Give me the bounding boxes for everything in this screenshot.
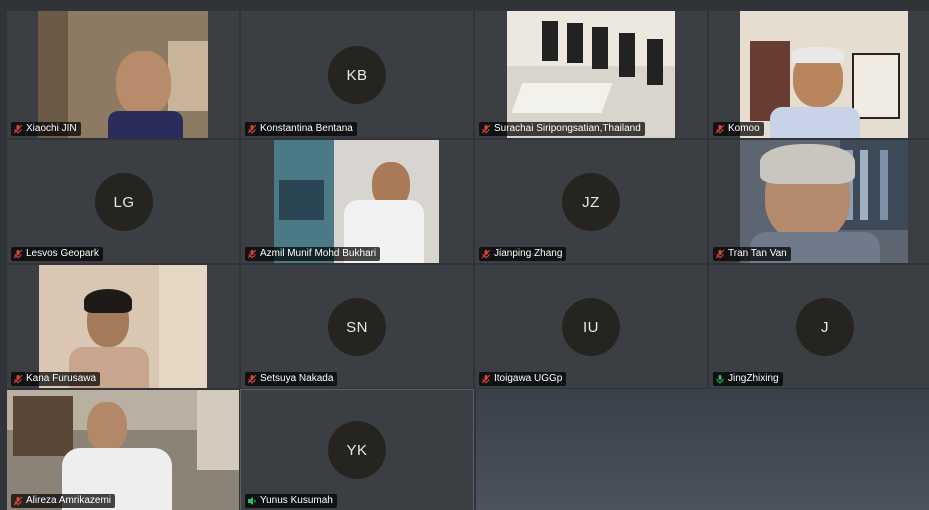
participant-tile-itoigawa-uggp[interactable]: IU Itoigawa UGGp xyxy=(475,265,707,388)
participant-tile-jianping-zhang[interactable]: JZ Jianping Zhang xyxy=(475,140,707,263)
participant-video xyxy=(740,11,908,138)
video-grid: Xiaochi JIN KB Konstantina Bentana Surac… xyxy=(7,11,929,510)
participant-name-label: Alireza Amrikazemi xyxy=(11,494,116,508)
participant-tile-konstantina-bentana[interactable]: KB Konstantina Bentana xyxy=(241,11,473,138)
avatar: SN xyxy=(328,298,386,356)
mic-muted-icon xyxy=(247,374,257,384)
participant-name-label: Konstantina Bentana xyxy=(245,122,357,136)
participant-tile-surachai-siripongsatian[interactable]: Surachai Siripongsatian,Thailand xyxy=(475,11,707,138)
mic-muted-icon xyxy=(13,124,23,134)
participant-name-label: Kana Furusawa xyxy=(11,372,101,386)
participant-name: Jianping Zhang xyxy=(494,248,563,259)
mic-muted-icon xyxy=(13,496,23,506)
participant-name: Setsuya Nakada xyxy=(260,373,334,384)
avatar: KB xyxy=(328,46,386,104)
participant-name: Lesvos Geopark xyxy=(26,248,99,259)
participant-name: Konstantina Bentana xyxy=(260,123,353,134)
participant-name: Tran Tan Van xyxy=(728,248,787,259)
avatar: LG xyxy=(95,173,153,231)
mic-speaking-icon xyxy=(247,496,257,506)
participant-tile-xiaochi-jin[interactable]: Xiaochi JIN xyxy=(7,11,239,138)
participant-tile-lesvos-geopark[interactable]: LG Lesvos Geopark xyxy=(7,140,239,263)
participant-tile-tran-tan-van[interactable]: Tran Tan Van xyxy=(709,140,929,263)
participant-name-label: Tran Tan Van xyxy=(713,247,791,261)
participant-video xyxy=(39,265,207,388)
participant-name-label: Xiaochi JIN xyxy=(11,122,81,136)
mic-muted-icon xyxy=(481,124,491,134)
mic-muted-icon xyxy=(247,124,257,134)
participant-tile-alireza-amrikazemi[interactable]: Alireza Amrikazemi xyxy=(7,390,239,510)
participant-tile-azmil-munif-mohd-bukhari[interactable]: Azmil Munif Mohd Bukhari xyxy=(241,140,473,263)
participant-name-label: Azmil Munif Mohd Bukhari xyxy=(245,247,381,261)
participant-name-label: Surachai Siripongsatian,Thailand xyxy=(479,122,645,136)
participant-name-label: Jianping Zhang xyxy=(479,247,567,261)
mic-muted-icon xyxy=(715,249,725,259)
mic-icon xyxy=(715,374,725,384)
mic-muted-icon xyxy=(715,124,725,134)
participant-tile-komoo[interactable]: Komoo xyxy=(709,11,929,138)
participant-name-label: Yunus Kusumah xyxy=(245,494,337,508)
participant-name-label: Komoo xyxy=(713,122,764,136)
avatar: J xyxy=(796,298,854,356)
participant-video xyxy=(7,390,239,510)
mic-muted-icon xyxy=(481,374,491,384)
participant-name: Itoigawa UGGp xyxy=(494,373,563,384)
participant-tile-setsuya-nakada[interactable]: SN Setsuya Nakada xyxy=(241,265,473,388)
avatar: IU xyxy=(562,298,620,356)
participant-tile-kana-furusawa[interactable]: Kana Furusawa xyxy=(7,265,239,388)
participant-name: Surachai Siripongsatian,Thailand xyxy=(494,123,641,134)
mic-muted-icon xyxy=(481,249,491,259)
participant-name: Xiaochi JIN xyxy=(26,123,77,134)
participant-video xyxy=(274,140,439,263)
participant-name: Azmil Munif Mohd Bukhari xyxy=(260,248,377,259)
participant-name: Komoo xyxy=(728,123,760,134)
participant-tile-yunus-kusumah[interactable]: YK Yunus Kusumah xyxy=(240,389,474,510)
participant-name: Kana Furusawa xyxy=(26,373,97,384)
participant-video xyxy=(38,11,208,138)
empty-grid-area xyxy=(476,389,929,510)
mic-muted-icon xyxy=(13,249,23,259)
participant-tile-jingzhixing[interactable]: J JingZhixing xyxy=(709,265,929,388)
participant-name: Alireza Amrikazemi xyxy=(26,495,112,506)
participant-name: Yunus Kusumah xyxy=(260,495,333,506)
participant-name-label: Itoigawa UGGp xyxy=(479,372,567,386)
participant-name-label: Setsuya Nakada xyxy=(245,372,338,386)
participant-name: JingZhixing xyxy=(728,373,779,384)
participant-name-label: Lesvos Geopark xyxy=(11,247,103,261)
participant-video xyxy=(740,140,908,263)
mic-muted-icon xyxy=(13,374,23,384)
avatar: JZ xyxy=(562,173,620,231)
mic-muted-icon xyxy=(247,249,257,259)
avatar: YK xyxy=(328,421,386,479)
participant-name-label: JingZhixing xyxy=(713,372,783,386)
participant-video xyxy=(507,11,675,138)
